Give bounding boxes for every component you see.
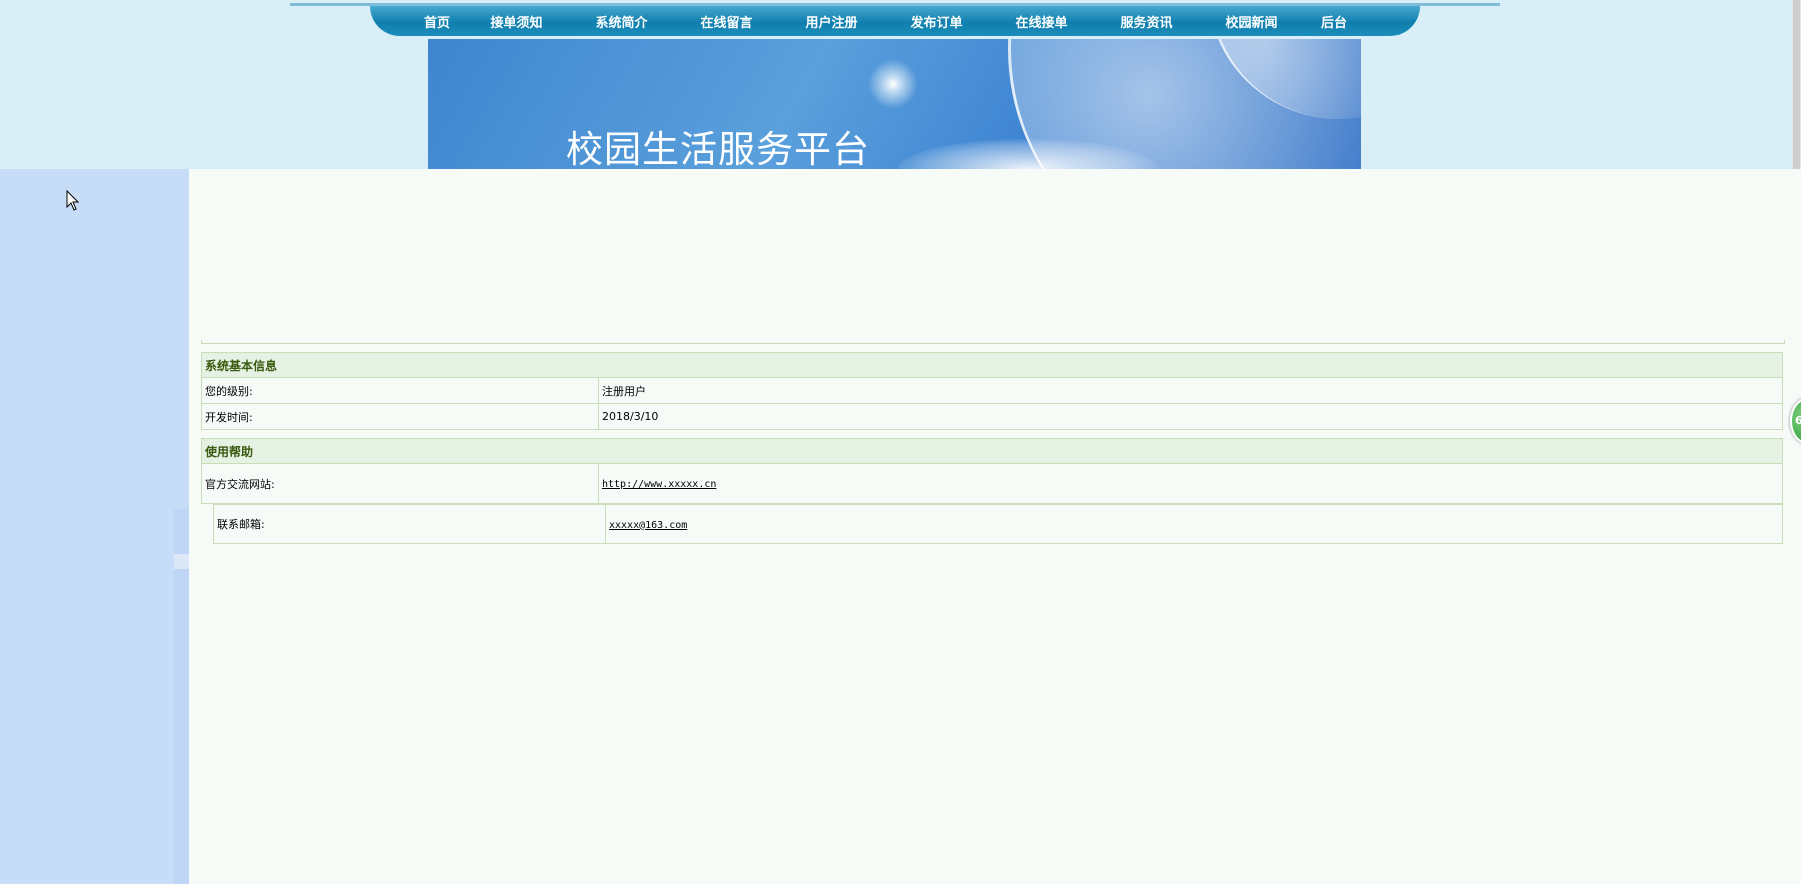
level-value: 注册用户 [598, 377, 1783, 404]
nav-item-campus-news[interactable]: 校园新闻 [1199, 12, 1304, 31]
nav-items: 首页 接单须知 系统简介 在线留言 用户注册 发布订单 在线接单 服务资讯 校园… [410, 6, 1364, 36]
nav-item-home[interactable]: 首页 [410, 12, 464, 31]
email-value-cell: xxxxx@163.com [605, 504, 1783, 544]
system-info-table: 系统基本信息 您的级别: 注册用户 开发时间: 2018/3/10 [201, 352, 1783, 430]
nav-item-online-message[interactable]: 在线留言 [674, 12, 779, 31]
nav-item-accept-order[interactable]: 在线接单 [989, 12, 1094, 31]
sidebar-nub [174, 554, 189, 569]
level-label: 您的级别: [201, 377, 599, 404]
site-label: 官方交流网站: [201, 463, 599, 504]
left-sidebar [0, 169, 189, 884]
top-navigation: 首页 接单须知 系统简介 在线留言 用户注册 发布订单 在线接单 服务资讯 校园… [290, 3, 1500, 36]
site-link[interactable]: http://www.xxxxx.cn [602, 479, 716, 490]
arrow-cursor-icon [66, 190, 80, 211]
table-row: 联系邮箱: xxxxx@163.com [213, 504, 1783, 544]
nav-item-admin[interactable]: 后台 [1304, 12, 1364, 31]
email-table: 联系邮箱: xxxxx@163.com [213, 504, 1783, 544]
help-table: 使用帮助 官方交流网站: http://www.xxxxx.cn [201, 438, 1783, 504]
table-row: 您的级别: 注册用户 [201, 377, 1783, 404]
system-info-heading: 系统基本信息 [201, 352, 1783, 378]
banner-title: 校园生活服务平台 [566, 128, 870, 169]
table-row: 官方交流网站: http://www.xxxxx.cn [201, 463, 1783, 504]
nav-item-service-news[interactable]: 服务资讯 [1094, 12, 1199, 31]
site-value-cell: http://www.xxxxx.cn [598, 463, 1783, 504]
nav-item-system-intro[interactable]: 系统简介 [569, 12, 674, 31]
content-top-rule [201, 340, 1785, 344]
nav-item-order-notice[interactable]: 接单须知 [464, 12, 569, 31]
nav-item-publish-order[interactable]: 发布订单 [884, 12, 989, 31]
email-link[interactable]: xxxxx@163.com [609, 520, 687, 531]
dev-time-value: 2018/3/10 [598, 403, 1783, 430]
nav-item-user-register[interactable]: 用户注册 [779, 12, 884, 31]
email-label: 联系邮箱: [213, 504, 606, 544]
banner: 校园生活服务平台 [428, 39, 1361, 169]
scrollbar-thumb[interactable] [1793, 0, 1800, 169]
header: 首页 接单须知 系统简介 在线留言 用户注册 发布订单 在线接单 服务资讯 校园… [0, 0, 1801, 169]
table-row: 开发时间: 2018/3/10 [201, 403, 1783, 430]
dev-time-label: 开发时间: [201, 403, 599, 430]
banner-galaxy [868, 59, 918, 109]
help-heading: 使用帮助 [201, 438, 1783, 464]
